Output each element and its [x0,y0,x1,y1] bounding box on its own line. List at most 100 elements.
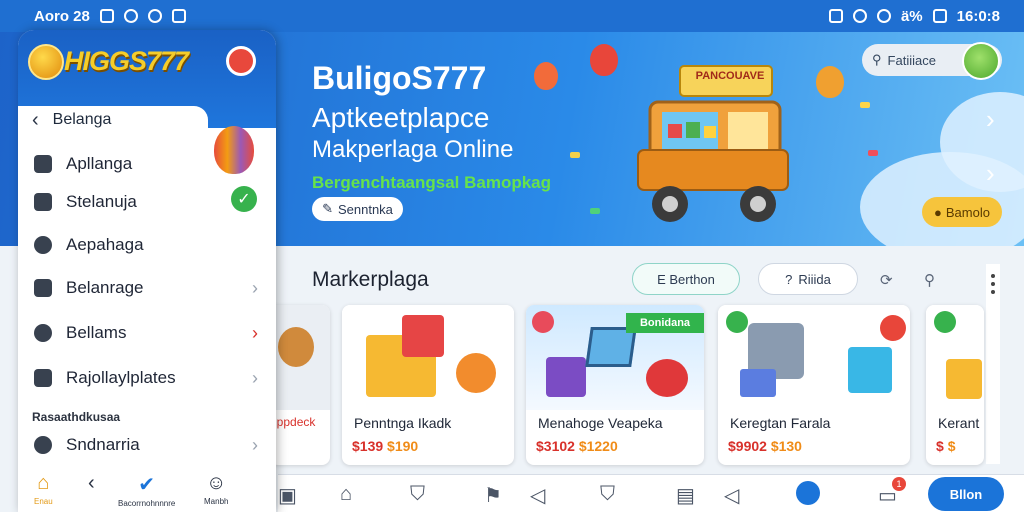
banner-cta-label: Senntnka [337,201,393,217]
product-price: $139 $190 [352,438,418,454]
confetti [590,208,600,214]
shield-icon [34,236,52,254]
menu-item-aepahaga[interactable]: Aepahaga [18,225,276,265]
menu-item-stelanuja[interactable]: Stelanuja [18,182,276,222]
product-card[interactable]: lppdeck [270,305,330,465]
chevron-right-icon[interactable]: › [986,158,995,189]
confetti [860,102,870,108]
product-name: Keregtan Farala [730,415,831,431]
gear-icon [34,436,52,454]
footer-home[interactable]: ⌂ Enau [34,472,53,506]
back-icon: ‹ [88,472,95,494]
store-icon [34,369,52,387]
globe-logo-icon [28,44,64,80]
price-old: $1220 [578,438,618,454]
footer-check[interactable]: ✔ Bacorrnohnnnre [118,472,175,508]
balloon-icon [590,44,618,76]
badge-icon [726,311,748,333]
search-icon: ⚲ [872,52,882,67]
menu-item-apllanga[interactable]: Apllanga [18,144,276,184]
mascot-icon[interactable] [226,46,256,76]
banner-subtitle: Aptkeetplapce [312,102,490,133]
price-current: $9902 [728,438,767,454]
footer-label: Enau [34,497,53,506]
avatar[interactable] [962,42,1000,80]
cart-icon[interactable] [796,481,820,505]
drawer-footer: ⌂ Enau ‹ ✔ Bacorrnohnnnre ☺ Manbh [18,470,276,512]
check-badge-icon: ✔ [138,474,156,496]
back-icon[interactable]: ◁ [724,483,739,508]
badge-icon [532,311,554,333]
status-left-text: Aoro 28 [34,7,90,25]
chevron-left-icon: ‹ [32,108,39,131]
menu-item-bellams[interactable]: Bellams › [18,313,276,353]
balloon-icon [816,66,844,98]
banner-title: BuligoS777 [312,60,487,96]
filter-chip[interactable]: ? Riiida [758,263,858,295]
product-card[interactable]: Keregtan Farala $9902 $130 [718,305,910,465]
whatsapp-icon [123,9,138,23]
price-old: $130 [770,438,802,454]
menu-section-label: Rasaathdkusaa [32,410,121,424]
chevron-right-icon[interactable]: › [986,104,995,135]
price-old: $ [947,438,956,454]
emoji-icon [456,353,496,393]
drawer-back-button[interactable]: ‹ Belanga [18,106,208,134]
chip-label: Riiida [798,271,831,287]
user-icon: ☺ [206,472,227,494]
gift-ball-icon [646,359,688,397]
price-current: $ [936,438,944,454]
home-icon[interactable]: ⌂ [340,483,352,506]
shield-icon[interactable]: ⛉ [600,483,615,506]
balloon-icon [534,62,558,90]
ribbon-label: Bonidana [626,313,704,333]
product-price: $ $ [936,438,955,454]
product-price: $3102 $1220 [536,438,618,454]
search-icon[interactable]: ⚲ [924,271,935,289]
menu-item-rajollaylplates[interactable]: Rajollaylplates › [18,358,276,398]
coin-icon: ● [934,204,942,220]
refresh-icon[interactable]: ⟳ [880,271,893,289]
menu-item-belanrage[interactable]: Belanrage › [18,268,276,308]
tag-icon [34,155,52,173]
home-icon: ⌂ [37,472,50,494]
status-bar: Aoro 28 ä% 16:0:8 [0,0,1024,32]
image-icon[interactable]: ▣ [278,483,297,508]
gold-button-label: Bamolo [945,204,990,220]
menu-item-label: Sndnarria [66,435,140,454]
shield-icon[interactable]: ⛉ [410,483,425,506]
back-icon[interactable]: ◁ [530,483,545,508]
gold-button[interactable]: ● Bamolo [922,197,1002,227]
chevron-right-icon: › [252,434,258,455]
chip-label: E Berthon [657,271,715,287]
filter-chip-active[interactable]: E Berthon [632,263,740,295]
notification-icon [99,9,114,23]
notification-badge: 1 [892,477,906,491]
banner-cta-button[interactable]: ✎ Senntnka [312,197,403,221]
badge-icon [934,311,956,333]
menu-item-label: Bellams [66,323,127,342]
bookmark-icon[interactable]: ⚑ [484,483,502,508]
section-title: Markerplaga [312,268,429,291]
gift-box-icon [848,347,892,393]
kebab-menu-icon[interactable] [986,264,1000,464]
footer-user[interactable]: ☺ Manbh [204,472,228,506]
question-icon: ? [785,271,793,287]
footer-back[interactable]: ‹ [88,472,95,497]
product-name: Penntnga Ikadk [354,415,452,431]
product-card[interactable]: Penntnga Ikadk $139 $190 [342,305,514,465]
wallet-icon[interactable]: ▤ [676,483,695,508]
product-card[interactable]: Kerant $ $ [926,305,984,465]
menu-item-label: Rajollaylplates [66,368,176,387]
gift-icon [546,357,586,397]
price-current: $3102 [536,438,575,454]
confetti [868,150,878,156]
product-card[interactable]: Bonidana Menahoge Veapeka $3102 $1220 [526,305,704,465]
search-input[interactable]: Fatiiiace [888,53,936,68]
wallet-icon [34,193,52,211]
product-name: Menahoge Veapeka [538,415,663,431]
badge-icon [880,315,906,341]
menu-item-sndnarria[interactable]: Sndnarria › [18,425,276,465]
cta-button[interactable]: Bllon [928,477,1004,511]
wifi-icon [876,9,891,23]
